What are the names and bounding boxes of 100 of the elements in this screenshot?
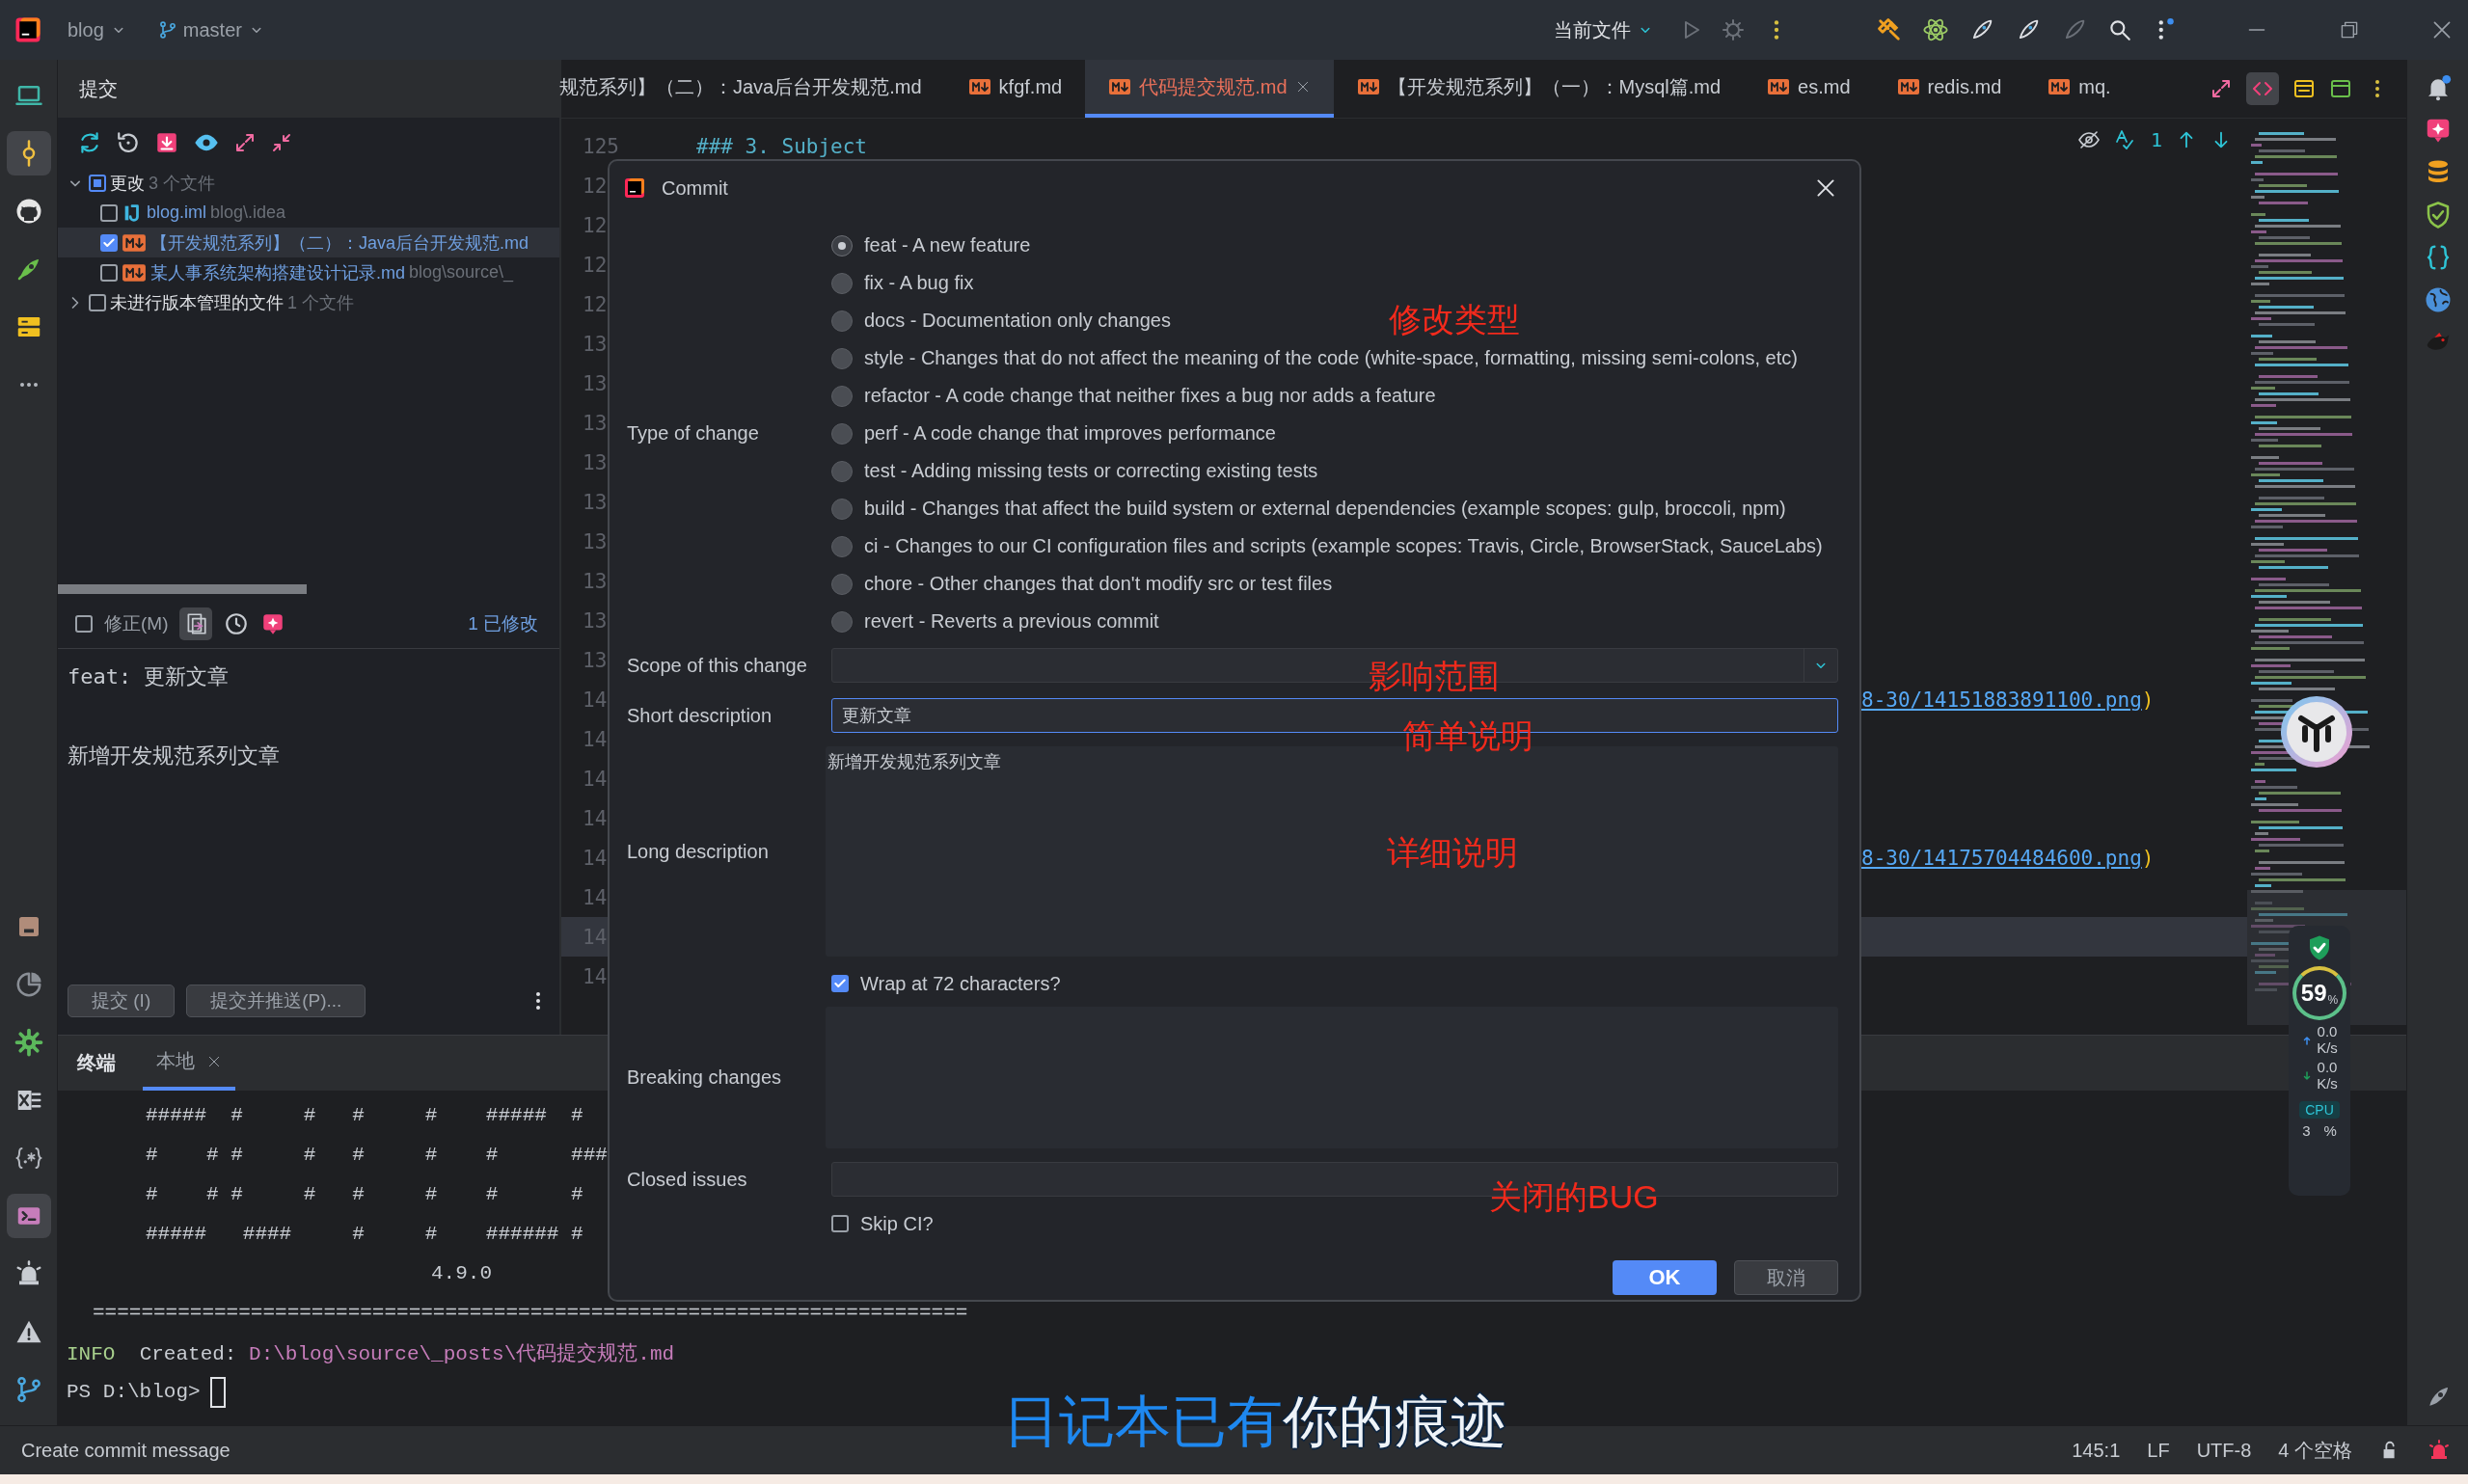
file-name[interactable]: 某人事系统架构搭建设计记录.md	[150, 260, 405, 284]
history-icon[interactable]	[224, 611, 250, 636]
line-separator[interactable]: LF	[2147, 1439, 2170, 1462]
cursor-position[interactable]: 145:1	[2072, 1439, 2121, 1462]
y-logo-icon[interactable]	[2280, 695, 2353, 769]
link[interactable]: 8-30/14175704484600.png	[1861, 846, 2142, 870]
link[interactable]: 8-30/14151883891100.png	[1861, 688, 2142, 712]
radio-label[interactable]: ci - Changes to our CI configuration files and scripts (example scopes: Travis, Circle, BrowserStack, SauceLabs)	[864, 535, 1823, 557]
hide-icon[interactable]	[2076, 128, 2101, 151]
radio-label[interactable]: fix - A bug fix	[864, 272, 974, 294]
amend-checkbox[interactable]	[75, 615, 93, 633]
radio-label[interactable]: chore - Other changes that don't modify src or test files	[864, 573, 1333, 595]
status-message: Create commit message	[21, 1439, 231, 1462]
editor-tab[interactable]: mq.	[2024, 60, 2134, 118]
tool-window-button[interactable]	[6, 1194, 51, 1238]
radio-button[interactable]	[831, 234, 853, 256]
line-number: 14	[583, 727, 608, 751]
commit-template-button[interactable]	[179, 607, 213, 640]
expand-icon[interactable]	[233, 131, 257, 154]
rollback-icon[interactable]	[116, 130, 141, 155]
checkbox-label[interactable]: Skip CI?	[860, 1212, 934, 1235]
scrollbar-thumb[interactable]	[58, 584, 307, 594]
code-line: ### 3. Subject	[696, 134, 867, 158]
commit-button[interactable]: 提交 (I)	[68, 985, 176, 1017]
system-monitor-widget[interactable]: 59% 0.0 K/s 0.0 K/s CPU 3 %	[2289, 926, 2350, 1196]
radio-label[interactable]: refactor - A code change that neither fixes a bug nor adds a feature	[864, 385, 1436, 407]
checkbox[interactable]	[100, 263, 118, 282]
file-encoding[interactable]: UTF-8	[2196, 1439, 2252, 1462]
group-name[interactable]: 更改	[110, 171, 145, 195]
collapse-icon[interactable]	[270, 131, 293, 154]
radio-button[interactable]	[831, 460, 853, 482]
cancel-button[interactable]: 取消	[1734, 1260, 1838, 1295]
field-label: Scope of this change	[627, 654, 808, 677]
split-view-icon[interactable]	[2329, 77, 2352, 100]
run-config-dropdown[interactable]: 当前文件	[1548, 13, 1660, 47]
preview-icon[interactable]	[2292, 77, 2316, 100]
desktop-lyrics: 日记本已有你的痕迹	[1003, 1388, 1506, 1456]
amend-label[interactable]: 修正(M)	[104, 611, 169, 636]
radio-button[interactable]	[831, 422, 853, 445]
editor-tab[interactable]: kfgf.md	[944, 60, 1086, 118]
editor-tab[interactable]: es.md	[1744, 60, 1874, 118]
hammer-icon[interactable]	[1876, 16, 1903, 43]
cursor	[209, 1376, 226, 1408]
search-icon[interactable]	[2107, 17, 2132, 42]
app-logo-icon	[623, 176, 646, 200]
radio-button[interactable]	[831, 535, 853, 557]
checkbox[interactable]	[100, 203, 118, 222]
line-number: 13	[583, 450, 608, 474]
line-number: 12	[583, 174, 608, 198]
bug-icon[interactable]	[1722, 18, 1745, 41]
radio-label[interactable]: perf - A code change that improves performance	[864, 422, 1276, 445]
checkbox[interactable]	[831, 1215, 849, 1232]
editor-tab[interactable]: redis.md	[1873, 60, 2025, 118]
editor-tab[interactable]: 【开发规范系列】（一）：Mysql篇.md	[1333, 60, 1745, 118]
radio-label[interactable]: docs - Documentation only changes	[864, 310, 1171, 332]
download-icon[interactable]	[154, 130, 179, 155]
radio-button[interactable]	[831, 347, 853, 369]
inspection-count[interactable]: 1	[2150, 128, 2162, 151]
radio-label[interactable]: build - Changes that affect the build system or external dependencies (example scopes: gulp, broccoli, npm)	[864, 498, 1786, 520]
radio-button[interactable]	[831, 498, 853, 520]
radio-button[interactable]	[831, 385, 853, 407]
radio-button[interactable]	[831, 310, 853, 332]
radio-label[interactable]: feat - A new feature	[864, 234, 1031, 256]
modified-count[interactable]: 1 已修改	[468, 611, 538, 636]
speed-unit: K/s	[2317, 1039, 2338, 1056]
field-label: Long description	[627, 840, 770, 863]
indent-setting[interactable]: 4 个空格	[2278, 1437, 2352, 1464]
message-body: 新增开发规范系列文章	[68, 742, 281, 769]
radio-button[interactable]	[831, 610, 853, 633]
radio-label[interactable]: test - Adding missing tests or correcting existing tests	[864, 460, 1318, 482]
checkbox[interactable]	[89, 293, 106, 311]
radio-label[interactable]: revert - Reverts a previous commit	[864, 610, 1159, 633]
file-path: blog\source\_	[409, 262, 514, 283]
checkbox[interactable]	[100, 233, 118, 252]
siren-icon[interactable]	[2427, 1439, 2451, 1462]
checkbox-label[interactable]: Wrap at 72 characters?	[860, 972, 1061, 995]
fullscreen-icon[interactable]	[2210, 77, 2233, 100]
editor-tab[interactable]: 代码提交规范.md	[1085, 60, 1334, 118]
commit-message-field[interactable]: feat: 更新文章 新增开发规范系列文章	[58, 649, 559, 967]
radio-button[interactable]	[831, 272, 853, 294]
radio-button[interactable]	[831, 573, 853, 595]
checkbox[interactable]	[831, 975, 849, 992]
file-name[interactable]: blog.iml	[147, 202, 207, 223]
line-number: 13	[583, 371, 608, 395]
line-number: 12	[583, 292, 608, 316]
commit-button[interactable]: 提交并推送(P)...	[186, 985, 366, 1017]
branch-selector[interactable]: master	[151, 14, 271, 45]
checkbox[interactable]	[89, 174, 106, 192]
download-speed: 0.0	[2317, 1060, 2338, 1076]
line-number: 14	[583, 688, 608, 712]
editor-tab[interactable]: 规范系列】（二）：Java后台开发规范.md	[559, 60, 945, 118]
panel-title: 终端	[77, 1051, 116, 1075]
annotation: 关闭的BUG	[1489, 1177, 1659, 1217]
group-name[interactable]: 未进行版本管理的文件	[110, 290, 284, 314]
radio-label[interactable]: style - Changes that do not affect the meaning of the code (white-space, formatting, missing semi-colons, etc)	[864, 347, 1798, 369]
terminal-tab[interactable]: 本地	[143, 1036, 235, 1091]
atom-icon[interactable]	[1922, 16, 1949, 43]
annotation: 详细说明	[1387, 833, 1518, 873]
tool-window-button[interactable]	[6, 131, 51, 175]
project-selector[interactable]: blog	[62, 14, 133, 45]
